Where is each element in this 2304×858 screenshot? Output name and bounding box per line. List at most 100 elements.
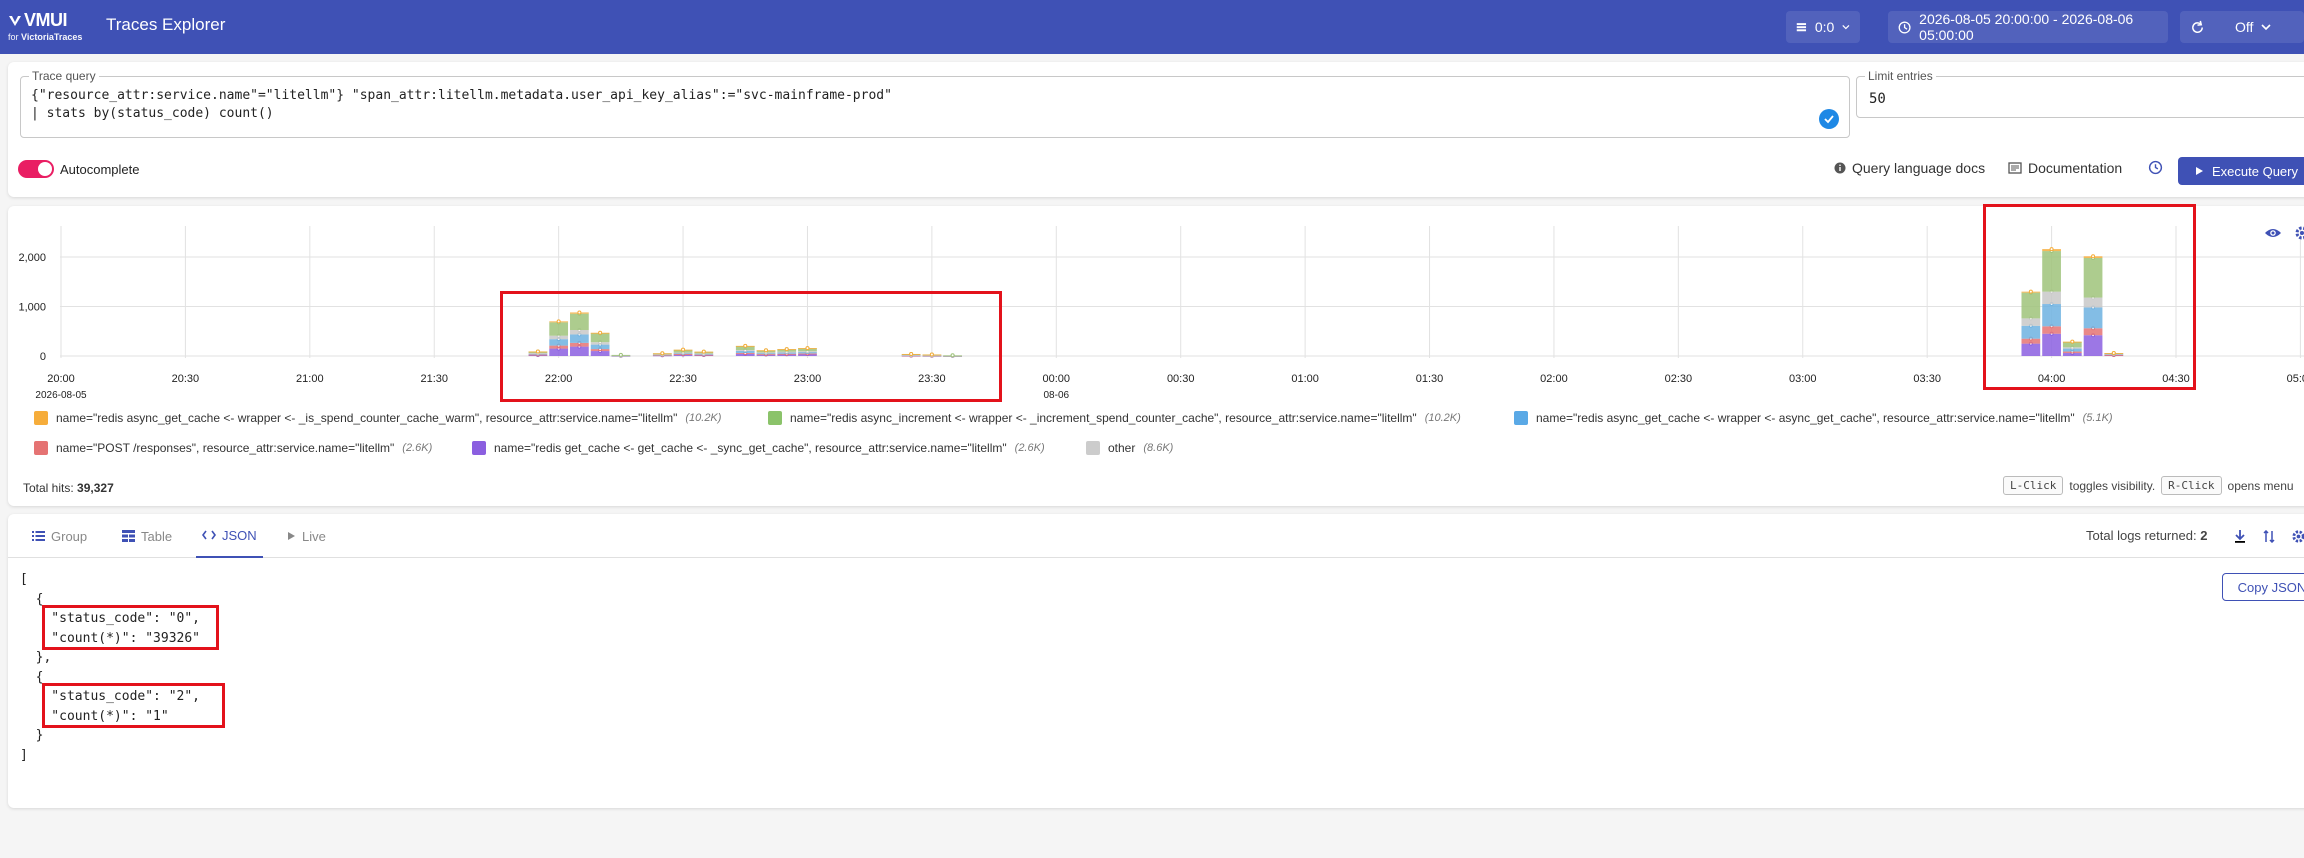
hits-bar-chart: 0 1,000 2,000 20:00 2026-08-05 20:30 21:00 21:3… — [18, 226, 2304, 401]
json-line: ] — [20, 747, 28, 763]
query-valid-check-icon — [1819, 109, 1839, 129]
trace-query-input[interactable]: Trace query {"resource_attr:service.name… — [20, 69, 1850, 138]
refresh-icon — [2192, 20, 2203, 33]
refresh-value: Off — [2235, 19, 2254, 35]
x-tick-label: 21:00 — [296, 373, 324, 385]
execute-query-button[interactable]: Execute Query — [2178, 157, 2304, 185]
tab-table[interactable]: Table — [116, 514, 178, 558]
legend-item[interactable]: name="POST /responses", resource_attr:se… — [34, 441, 432, 455]
x-date-label: 08-06 — [1044, 390, 1070, 401]
chart-panel: 0 1,000 2,000 20:00 2026-08-05 20:30 21:00 21:3… — [8, 206, 2304, 506]
list-icon — [32, 531, 45, 541]
autocomplete-toggle[interactable] — [18, 160, 54, 178]
legend-item[interactable]: name="redis get_cache <- get_cache <- _s… — [472, 441, 1045, 455]
logo-mark-icon — [9, 15, 21, 26]
x-tick-label: 00:30 — [1167, 373, 1195, 385]
total-logs-returned: Total logs returned: 2 — [2086, 528, 2208, 543]
x-tick-label: 02:00 — [1540, 373, 1568, 385]
refresh-selector[interactable]: Off — [2180, 11, 2304, 43]
tab-json[interactable]: JSON — [196, 514, 263, 558]
json-output: [ { "status_code": "0", "count(*)": "393… — [20, 570, 200, 765]
rclick-key: R-Click — [2161, 476, 2222, 495]
chevron-down-icon — [2261, 24, 2271, 31]
legend-label: other — [1108, 441, 1136, 455]
y-tick-label: 0 — [40, 351, 46, 363]
logo-sub-prefix: for — [8, 32, 22, 42]
x-tick-label: 20:00 — [47, 373, 75, 385]
total-hits-value: 39,327 — [77, 481, 114, 495]
x-tick-label: 02:30 — [1665, 373, 1693, 385]
legend-label: name="POST /responses", resource_attr:se… — [56, 441, 395, 455]
history-icon — [2148, 160, 2163, 175]
legend-item[interactable]: name="redis async_get_cache <- wrapper <… — [1514, 411, 2113, 425]
y-tick-label: 1,000 — [18, 302, 46, 314]
query-panel: Trace query {"resource_attr:service.name… — [8, 62, 2304, 197]
time-range-value: 2026-08-05 20:00:00 - 2026-08-06 05:00:0… — [1919, 11, 2134, 43]
play-icon — [288, 532, 295, 540]
highlight-box-json-second — [42, 683, 225, 728]
legend-swatch — [768, 411, 782, 425]
highlight-box-chart-right — [1983, 204, 2196, 390]
x-tick-label: 03:00 — [1789, 373, 1817, 385]
documentation-link[interactable]: Documentation — [2008, 160, 2122, 176]
legend-item[interactable]: name="redis async_get_cache <- wrapper <… — [34, 411, 721, 425]
play-icon — [2196, 167, 2203, 175]
legend-item[interactable]: name="redis async_increment <- wrapper <… — [768, 411, 1461, 425]
logo-sub-brand: VictoriaTraces — [21, 32, 83, 42]
download-icon[interactable] — [2234, 530, 2246, 543]
total-hits: Total hits: 39,327 — [23, 481, 114, 495]
lclick-key: L-Click — [2003, 476, 2064, 495]
legend-count: (8.6K) — [1143, 442, 1174, 454]
query-history-button[interactable] — [2148, 160, 2163, 175]
tenant-selector[interactable]: 0:0 — [1786, 11, 1860, 43]
limit-entries-input[interactable]: Limit entries 50 — [1856, 69, 2304, 118]
top-header: VMUI for VictoriaTraces Traces Explorer … — [0, 0, 2304, 54]
chevron-down-icon — [1842, 25, 1850, 30]
query-line-1: {"resource_attr:service.name"="litellm"}… — [31, 88, 892, 103]
highlight-box-chart-left — [500, 291, 1002, 402]
legend-count: (2.6K) — [1014, 442, 1045, 454]
x-tick-label: 01:00 — [1291, 373, 1319, 385]
json-line: } — [20, 728, 44, 743]
info-icon — [1834, 162, 1846, 174]
tab-group[interactable]: Group — [26, 514, 93, 558]
clock-icon — [1898, 20, 1911, 34]
results-panel: Group Table JSON Live Total logs returne… — [8, 514, 2304, 808]
x-tick-label: 01:30 — [1416, 373, 1444, 385]
app-logo[interactable]: VMUI for VictoriaTraces — [8, 10, 88, 44]
legend-count: (10.2K) — [1424, 412, 1461, 424]
x-tick-label: 05:00 — [2287, 373, 2304, 385]
legend-count: (10.2K) — [685, 412, 722, 424]
legend-label: name="redis get_cache <- get_cache <- _s… — [494, 441, 1007, 455]
trace-query-label: Trace query — [29, 69, 99, 83]
storage-icon — [1796, 23, 1807, 32]
x-tick-label: 20:30 — [172, 373, 200, 385]
autocomplete-label: Autocomplete — [60, 162, 140, 177]
gear-icon[interactable] — [2294, 225, 2304, 241]
legend-swatch — [1514, 411, 1528, 425]
eye-icon[interactable] — [2264, 226, 2282, 240]
tenant-value: 0:0 — [1814, 19, 1835, 35]
legend-swatch — [472, 441, 486, 455]
x-date-label: 2026-08-05 — [35, 390, 87, 401]
table-icon — [122, 530, 135, 542]
y-tick-label: 2,000 — [18, 252, 46, 264]
query-language-docs-link[interactable]: Query language docs — [1834, 160, 1985, 176]
legend-label: name="redis async_get_cache <- wrapper <… — [1536, 411, 2075, 425]
x-tick-label: 00:00 — [1043, 373, 1071, 385]
settings-icon[interactable] — [2291, 529, 2304, 544]
legend-label: name="redis async_get_cache <- wrapper <… — [56, 411, 678, 425]
legend-swatch — [34, 441, 48, 455]
legend-swatch — [1086, 441, 1100, 455]
copy-json-button[interactable]: Copy JSON — [2222, 573, 2304, 601]
book-icon — [2008, 162, 2022, 174]
time-range-selector[interactable]: 2026-08-05 20:00:00 - 2026-08-06 05:00:0… — [1888, 11, 2168, 43]
x-tick-label: 03:30 — [1913, 373, 1941, 385]
limit-entries-label: Limit entries — [1865, 69, 1936, 83]
legend-swatch — [34, 411, 48, 425]
legend-count: (2.6K) — [402, 442, 433, 454]
legend-item[interactable]: other (8.6K) — [1086, 441, 1173, 455]
legend-count: (5.1K) — [2082, 412, 2113, 424]
tab-live[interactable]: Live — [280, 514, 332, 558]
sort-icon[interactable] — [2263, 530, 2275, 543]
